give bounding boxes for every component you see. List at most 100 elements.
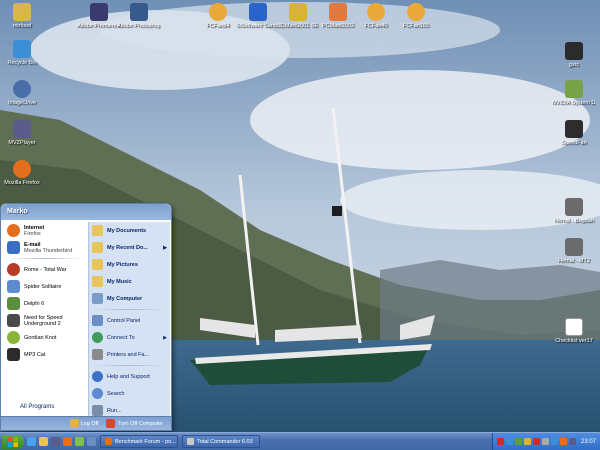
desktop-icon-fcfan40[interactable]: FCFan40 (354, 3, 398, 30)
pcmark-icon (329, 3, 347, 21)
firefox-icon (105, 438, 112, 445)
app-icon (367, 3, 385, 21)
start-menu-item-mp3-cat[interactable]: MP3 Cat (4, 346, 86, 363)
start-menu-control-panel[interactable]: Control Panel (89, 312, 170, 329)
desktop-icon-mvzplayer[interactable]: MVZPlayer (0, 120, 44, 147)
chevron-right-icon: ▶ (163, 334, 167, 341)
start-menu-my-computer[interactable]: My Computer (89, 290, 170, 307)
control-panel-icon (92, 315, 103, 326)
computer-icon (92, 293, 103, 304)
start-menu-item-spider-solitaire[interactable]: Spider Solitaire (4, 278, 86, 295)
tray-icon-6[interactable] (541, 438, 549, 445)
user-name: Marko (7, 208, 28, 215)
start-menu-item-gordian-knot[interactable]: Gordian Knot (4, 329, 86, 346)
player-icon (13, 120, 31, 138)
start-menu-printers[interactable]: Printers and Fa... (89, 346, 170, 363)
tray-icon-7[interactable] (550, 438, 558, 445)
nvidia-icon (565, 80, 583, 98)
turn-off-button[interactable]: Turn Off Computer (106, 419, 163, 428)
quick-launch-desktop-icon[interactable] (87, 437, 96, 446)
start-menu-right-pane: My Documents My Recent Do... ▶ My Pictur… (88, 222, 170, 418)
desktop-icon-fcfan84[interactable]: FCFan84 (196, 3, 240, 30)
premiere-icon (90, 3, 108, 21)
start-menu-item-delphi[interactable]: Delphi 6 (4, 295, 86, 312)
task-total-commander[interactable]: Total Commander 6.03 (182, 435, 260, 448)
taskbar: Benchmark Forum - po... Total Commander … (0, 432, 600, 450)
folder-icon (13, 3, 31, 21)
start-menu-my-pictures[interactable]: My Pictures (89, 256, 170, 273)
tray-icon-2[interactable] (505, 438, 513, 445)
rome-icon (7, 263, 20, 276)
separator (93, 365, 166, 366)
desktop-icon-recycle-bin[interactable]: Recycle Bin (0, 40, 44, 67)
start-menu-header: Marko (1, 204, 171, 220)
start-menu-item-nfs[interactable]: Need for Speed Underground 2 (4, 312, 86, 329)
printer-icon (92, 349, 103, 360)
sandra-icon (249, 3, 267, 21)
desktop-icon-nvidia[interactable]: NVIDIA System Drive (552, 80, 596, 107)
start-menu-left-pane: Internet Firefox E-mail Mozilla Thunderb… (4, 222, 86, 418)
tray-icon-3[interactable] (514, 438, 522, 445)
start-menu-item-rome[interactable]: Rome - Total War (4, 261, 86, 278)
cat-icon (7, 348, 20, 361)
total-commander-icon (187, 438, 194, 445)
app-icon (209, 3, 227, 21)
desktop-icon-adobe-photoshop[interactable]: Adobe Photoshop 7.0 (117, 3, 161, 30)
quick-launch-firefox-icon[interactable] (63, 437, 72, 446)
desktop-icon-sandra[interactable]: SiSoftware Sandra S... (236, 3, 280, 30)
desktop-icon-gsrc[interactable]: gsrc (552, 42, 596, 69)
desktop-icon-hemal-bogdan[interactable]: Hemal - Bogdan (552, 198, 596, 225)
quick-launch-app-icon[interactable] (75, 437, 84, 446)
desktop-icon-speedfan[interactable]: SpeedFan (552, 120, 596, 147)
quick-launch-folder-icon[interactable] (39, 437, 48, 446)
start-menu-my-documents[interactable]: My Documents (89, 222, 170, 239)
car-icon (7, 314, 20, 327)
desktop-icon-imagedrive[interactable]: ImageDrive (0, 80, 44, 107)
fan-icon (565, 120, 583, 138)
system-tray: 23:07 (491, 432, 600, 450)
folder-icon (92, 259, 103, 270)
clock[interactable]: 23:07 (581, 439, 596, 445)
desktop-icon-mirfood[interactable]: mirfood (0, 3, 44, 30)
start-menu-my-music[interactable]: My Music (89, 273, 170, 290)
desktop-icon-fcfan165[interactable]: FCFan165 (394, 3, 438, 30)
quick-launch-ie-icon[interactable] (27, 437, 36, 446)
knot-icon (7, 331, 20, 344)
desktop-icon-firefox[interactable]: Mozilla Firefox (0, 160, 44, 187)
log-off-button[interactable]: Log Off (69, 419, 98, 428)
start-menu-search[interactable]: Search (89, 385, 170, 402)
desktop-icon-adobe-premiere[interactable]: Adobe Premiere Pro (77, 3, 121, 30)
separator (93, 309, 166, 310)
app-icon (407, 3, 425, 21)
recycle-bin-icon (13, 40, 31, 58)
all-programs-button[interactable]: All Programs (20, 404, 54, 410)
search-icon (92, 388, 103, 399)
key-icon (69, 419, 79, 428)
start-menu-item-email[interactable]: E-mail Mozilla Thunderbird (4, 239, 86, 256)
start-button[interactable] (2, 434, 24, 449)
start-menu-footer: Log Off Turn Off Computer (1, 416, 171, 430)
start-menu-help[interactable]: Help and Support (89, 368, 170, 385)
firefox-icon (13, 160, 31, 178)
start-menu-my-recent-documents[interactable]: My Recent Do... ▶ (89, 239, 170, 256)
tray-icon-8[interactable] (559, 438, 567, 445)
desktop-icon-checklist[interactable]: Checklist ver17 (552, 318, 596, 345)
cards-icon (7, 280, 20, 293)
folder-icon (92, 242, 103, 253)
tray-icon-5[interactable] (532, 438, 540, 445)
disc-icon (13, 80, 31, 98)
desktop-icon-hemal-mt2[interactable]: Hemal - MT2 (552, 238, 596, 265)
quick-launch-media-icon[interactable] (51, 437, 60, 446)
desktop-icon-3dmark2001[interactable]: 3DMark2001 SE (276, 3, 320, 30)
folder-icon (92, 225, 103, 236)
run-icon (92, 405, 103, 416)
start-menu-item-internet[interactable]: Internet Firefox (4, 222, 86, 239)
tray-icon-9[interactable] (568, 438, 576, 445)
power-icon (106, 419, 116, 428)
cube-icon (565, 42, 583, 60)
chevron-right-icon: ▶ (163, 244, 167, 251)
tray-icon-1[interactable] (496, 438, 504, 445)
tray-icon-4[interactable] (523, 438, 531, 445)
task-benchmark-forum[interactable]: Benchmark Forum - po... (100, 435, 178, 448)
start-menu-connect-to[interactable]: Connect To ▶ (89, 329, 170, 346)
